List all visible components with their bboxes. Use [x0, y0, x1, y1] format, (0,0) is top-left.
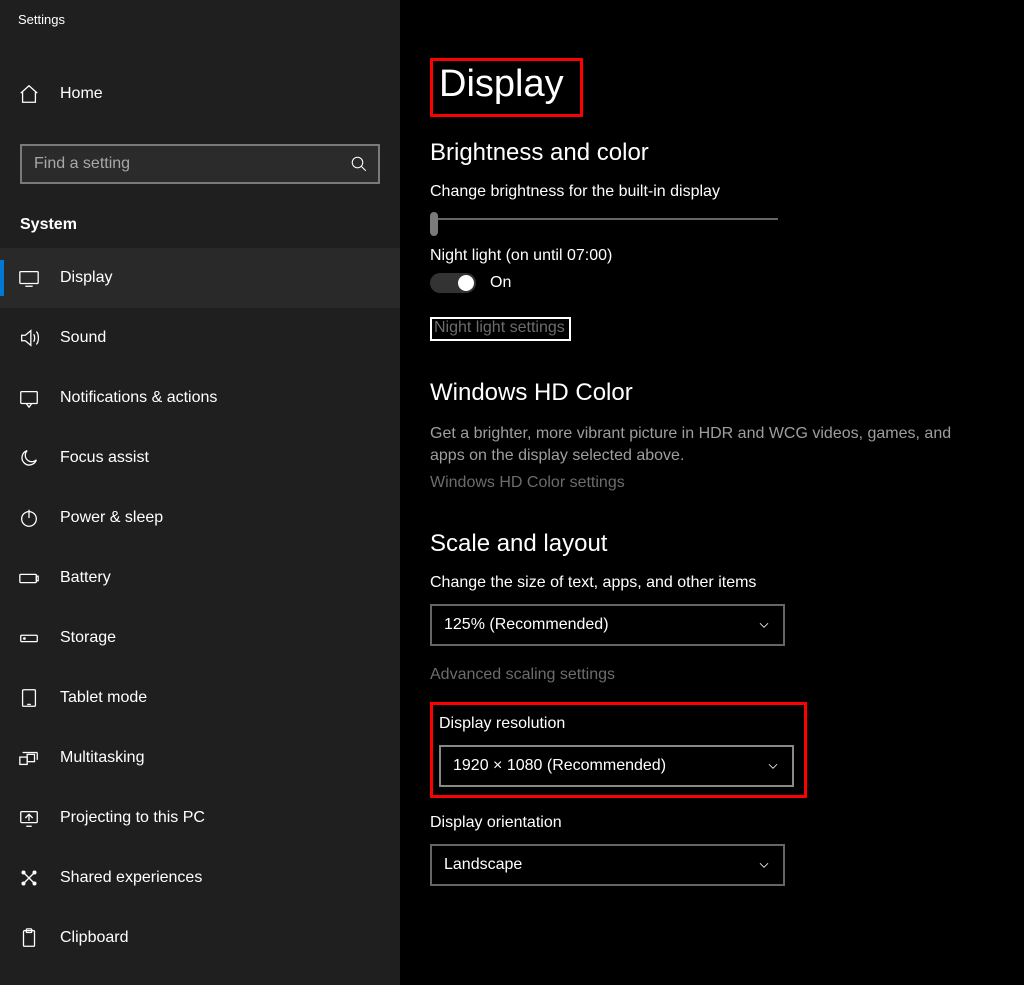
clipboard-icon — [18, 927, 40, 949]
orientation-dropdown[interactable]: Landscape — [430, 844, 785, 886]
nav-item-focus-assist[interactable]: Focus assist — [0, 428, 400, 488]
focus-assist-icon — [18, 447, 40, 469]
slider-thumb[interactable] — [430, 212, 438, 236]
home-icon — [18, 83, 40, 105]
nav-item-power-sleep[interactable]: Power & sleep — [0, 488, 400, 548]
projecting-icon — [18, 807, 40, 829]
nav-label: Storage — [60, 629, 116, 647]
hd-color-settings-link[interactable]: Windows HD Color settings — [430, 474, 994, 492]
multitasking-icon — [18, 747, 40, 769]
nav-label: Shared experiences — [60, 869, 202, 887]
nav-label: Multitasking — [60, 749, 144, 767]
brightness-slider[interactable] — [430, 209, 780, 229]
nav-item-battery[interactable]: Battery — [0, 548, 400, 608]
orientation-label: Display orientation — [430, 814, 994, 832]
advanced-scaling-link[interactable]: Advanced scaling settings — [430, 666, 994, 684]
sound-icon — [18, 327, 40, 349]
nav-label: Clipboard — [60, 929, 128, 947]
night-light-settings-link[interactable]: Night light settings — [430, 317, 571, 341]
scale-label: Change the size of text, apps, and other… — [430, 574, 994, 592]
resolution-group: Display resolution 1920 × 1080 (Recommen… — [430, 702, 807, 798]
chevron-down-icon — [757, 618, 771, 632]
orientation-value: Landscape — [444, 856, 522, 874]
nav-label: Notifications & actions — [60, 389, 217, 407]
nav-list: Display Sound Notifications & actions Fo… — [0, 248, 400, 968]
nav-item-projecting[interactable]: Projecting to this PC — [0, 788, 400, 848]
shared-experiences-icon — [18, 867, 40, 889]
power-icon — [18, 507, 40, 529]
resolution-label: Display resolution — [439, 715, 794, 733]
nav-item-shared-experiences[interactable]: Shared experiences — [0, 848, 400, 908]
search-container — [20, 144, 380, 184]
battery-icon — [18, 567, 40, 589]
nav-label: Tablet mode — [60, 689, 147, 707]
resolution-value: 1920 × 1080 (Recommended) — [453, 757, 666, 775]
storage-icon — [18, 627, 40, 649]
hd-color-desc: Get a brighter, more vibrant picture in … — [430, 423, 970, 468]
home-button[interactable]: Home — [0, 72, 400, 116]
night-light-toggle[interactable] — [430, 273, 476, 293]
hd-color-heading: Windows HD Color — [430, 379, 994, 407]
page-title: Display — [430, 58, 583, 117]
nav-item-tablet-mode[interactable]: Tablet mode — [0, 668, 400, 728]
tablet-icon — [18, 687, 40, 709]
nav-label: Display — [60, 269, 112, 287]
display-icon — [18, 267, 40, 289]
scale-dropdown[interactable]: 125% (Recommended) — [430, 604, 785, 646]
nav-item-storage[interactable]: Storage — [0, 608, 400, 668]
nav-item-multitasking[interactable]: Multitasking — [0, 728, 400, 788]
search-box[interactable] — [20, 144, 380, 184]
scale-heading: Scale and layout — [430, 530, 994, 558]
notifications-icon — [18, 387, 40, 409]
home-label: Home — [60, 85, 103, 103]
night-light-label: Night light (on until 07:00) — [430, 247, 994, 265]
nav-label: Power & sleep — [60, 509, 163, 527]
chevron-down-icon — [766, 759, 780, 773]
search-input[interactable] — [34, 155, 350, 173]
chevron-down-icon — [757, 858, 771, 872]
slider-track — [432, 218, 778, 220]
resolution-dropdown[interactable]: 1920 × 1080 (Recommended) — [439, 745, 794, 787]
nav-item-clipboard[interactable]: Clipboard — [0, 908, 400, 968]
sidebar: Settings Home System Display Sound — [0, 0, 400, 985]
night-light-toggle-row: On — [430, 273, 994, 293]
nav-label: Focus assist — [60, 449, 149, 467]
search-icon — [350, 155, 368, 173]
app-title: Settings — [0, 8, 400, 34]
nav-label: Battery — [60, 569, 111, 587]
content-pane: Display Brightness and color Change brig… — [400, 0, 1024, 985]
nav-item-display[interactable]: Display — [0, 248, 400, 308]
nav-label: Sound — [60, 329, 106, 347]
toggle-knob — [458, 275, 474, 291]
brightness-label: Change brightness for the built-in displ… — [430, 183, 994, 201]
brightness-heading: Brightness and color — [430, 139, 994, 167]
nav-label: Projecting to this PC — [60, 809, 205, 827]
nav-item-sound[interactable]: Sound — [0, 308, 400, 368]
scale-value: 125% (Recommended) — [444, 616, 609, 634]
nav-item-notifications[interactable]: Notifications & actions — [0, 368, 400, 428]
night-light-state: On — [490, 274, 511, 292]
sidebar-section-header: System — [20, 216, 400, 234]
